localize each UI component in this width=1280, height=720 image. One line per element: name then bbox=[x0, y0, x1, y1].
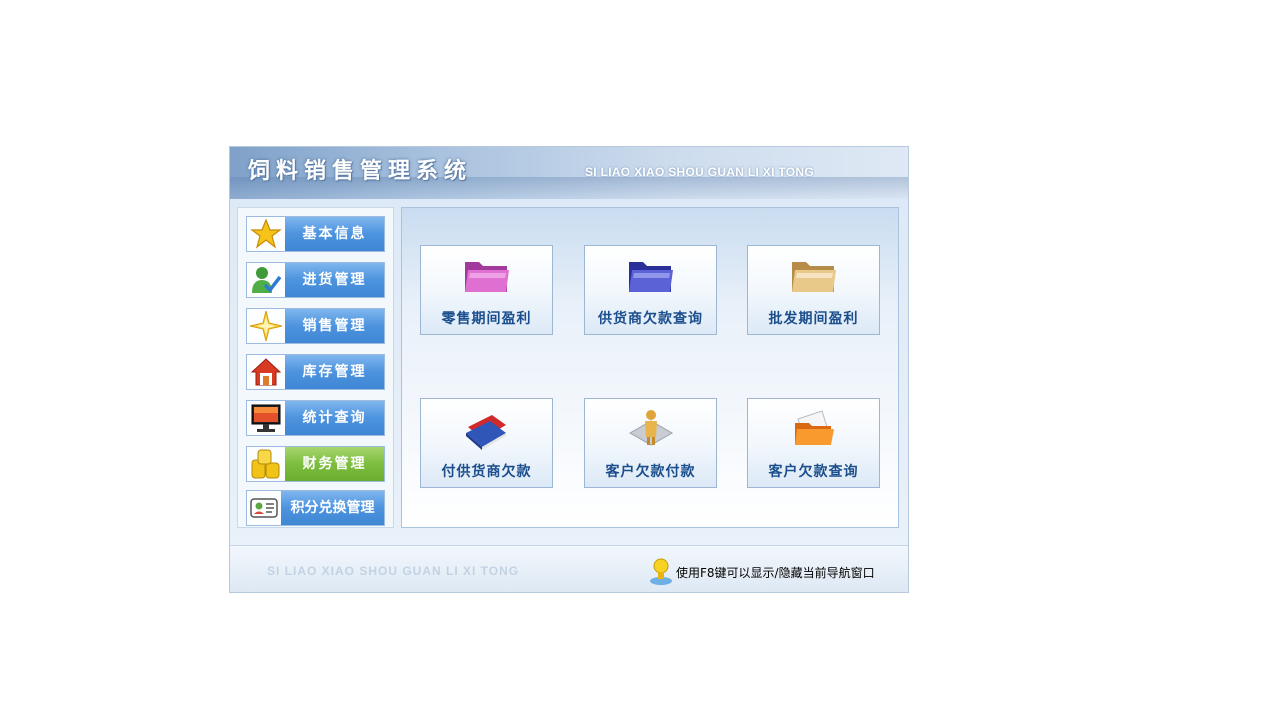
beige-folder-icon bbox=[789, 254, 839, 298]
f8-hint-text: 使用F8键可以显示/隐藏当前导航窗口 bbox=[676, 566, 875, 580]
books-icon bbox=[462, 407, 512, 451]
sidebar-item-sales[interactable]: 销售管理 bbox=[246, 308, 385, 344]
card-wholesale-profit[interactable]: 批发期间盈利 bbox=[747, 245, 880, 335]
main-area: 基本信息 进货管理 销售管理 库存管理 统计查询 财务管理 积分兑换管理 零售期… bbox=[230, 199, 908, 545]
card-pay-supplier-debt[interactable]: 付供货商欠款 bbox=[420, 398, 553, 488]
house-icon bbox=[247, 355, 285, 389]
sidebar-nav: 基本信息 进货管理 销售管理 库存管理 统计查询 财务管理 积分兑换管理 bbox=[237, 207, 394, 528]
sidebar-item-purchase[interactable]: 进货管理 bbox=[246, 262, 385, 298]
monitor-icon bbox=[247, 401, 285, 435]
function-panel: 零售期间盈利 供货商欠款查询 批发期间盈利 付供货商欠款 客户欠款付款 客户欠款… bbox=[401, 207, 899, 528]
user-check-icon bbox=[247, 263, 285, 297]
card-label: 供货商欠款查询 bbox=[598, 311, 703, 327]
sidebar-item-label: 统计查询 bbox=[285, 401, 384, 435]
app-window: 饲料销售管理系统 SI LIAO XIAO SHOU GUAN LI XI TO… bbox=[229, 146, 909, 593]
person-icon bbox=[626, 407, 676, 451]
card-label: 零售期间盈利 bbox=[441, 311, 532, 327]
card-customer-debt-payment[interactable]: 客户欠款付款 bbox=[584, 398, 717, 488]
star-icon bbox=[247, 217, 285, 251]
sidebar-item-label: 进货管理 bbox=[285, 263, 384, 297]
coins-icon bbox=[247, 447, 285, 481]
lightbulb-icon bbox=[650, 558, 672, 585]
sidebar-item-inventory[interactable]: 库存管理 bbox=[246, 354, 385, 390]
footer-subtitle: SI LIAO XIAO SHOU GUAN LI XI TONG bbox=[267, 564, 520, 578]
card-label: 客户欠款付款 bbox=[605, 464, 696, 480]
sidebar-item-label: 基本信息 bbox=[285, 217, 384, 251]
card-customer-debt-query[interactable]: 客户欠款查询 bbox=[747, 398, 880, 488]
pink-folder-icon bbox=[462, 254, 512, 298]
sidebar-item-basic-info[interactable]: 基本信息 bbox=[246, 216, 385, 252]
card-label: 客户欠款查询 bbox=[768, 464, 859, 480]
app-title: 饲料销售管理系统 bbox=[248, 159, 473, 184]
app-subtitle: SI LIAO XIAO SHOU GUAN LI XI TONG bbox=[585, 165, 815, 179]
sparkle-star-icon bbox=[247, 309, 285, 343]
orange-folder-icon bbox=[789, 407, 839, 451]
sidebar-item-label: 库存管理 bbox=[285, 355, 384, 389]
sidebar-item-label: 财务管理 bbox=[285, 447, 384, 481]
id-card-icon bbox=[247, 491, 281, 525]
card-supplier-debt-query[interactable]: 供货商欠款查询 bbox=[584, 245, 717, 335]
sidebar-item-label: 销售管理 bbox=[285, 309, 384, 343]
card-retail-profit[interactable]: 零售期间盈利 bbox=[420, 245, 553, 335]
footer-bar: SI LIAO XIAO SHOU GUAN LI XI TONG 使用F8键可… bbox=[230, 545, 908, 592]
sidebar-item-label: 积分兑换管理 bbox=[281, 491, 384, 525]
header-banner: 饲料销售管理系统 SI LIAO XIAO SHOU GUAN LI XI TO… bbox=[230, 147, 908, 199]
sidebar-item-finance[interactable]: 财务管理 bbox=[246, 446, 385, 482]
card-label: 付供货商欠款 bbox=[441, 464, 532, 480]
blue-folder-icon bbox=[626, 254, 676, 298]
sidebar-item-points-exchange[interactable]: 积分兑换管理 bbox=[246, 490, 385, 526]
sidebar-item-statistics[interactable]: 统计查询 bbox=[246, 400, 385, 436]
card-label: 批发期间盈利 bbox=[768, 311, 859, 327]
